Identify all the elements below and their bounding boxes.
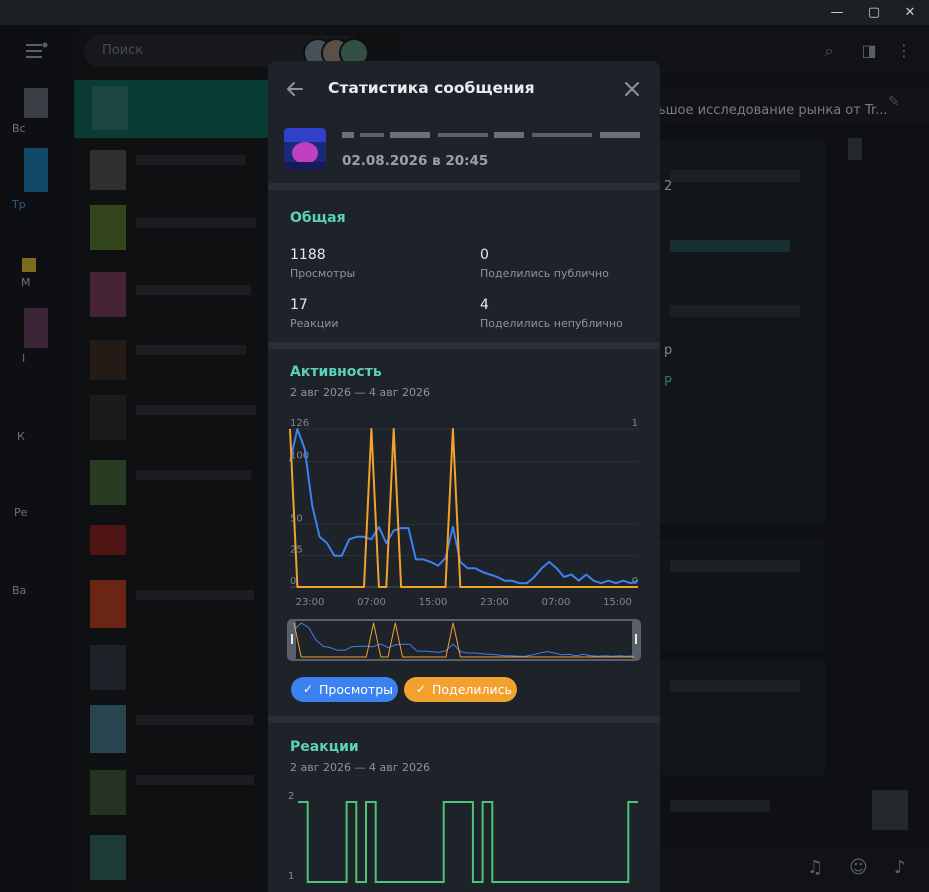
private-shares-label: Поделились непублично	[480, 317, 623, 330]
x-tick-label: 15:00	[603, 597, 632, 608]
y2-tick-label: 1	[632, 418, 638, 429]
reactions-chart[interactable]: 12	[268, 786, 660, 892]
message-date: 02.08.2026 в 20:45	[342, 153, 489, 169]
check-icon: ✓	[303, 682, 314, 696]
activity-chart[interactable]: 025501001260123:00 07:00 15:00 23:00 07:00 15…	[268, 411, 660, 611]
private-shares-count: 4	[480, 297, 489, 313]
x-tick-label: 07:00	[542, 597, 571, 608]
x-tick-label: 23:00	[296, 597, 325, 608]
x-tick-label: 07:00	[357, 597, 386, 608]
reactions-series-line	[298, 801, 638, 883]
close-icon: ✕	[904, 5, 916, 20]
close-icon[interactable]	[622, 79, 642, 99]
message-statistics-dialog: Статистика сообщения 02.08.2026 в 20:45	[268, 61, 660, 892]
section-divider	[268, 342, 660, 349]
y-tick-label: 1	[288, 871, 294, 882]
views-count: 1188	[290, 247, 326, 263]
telegram-window: — ▢ ✕ Поиск ⌕ ◨ ⋮ ьшое исследование рынк…	[0, 0, 929, 892]
shares-toggle-chip[interactable]: ✓ Поделились	[404, 677, 517, 702]
maximize-button[interactable]: ▢	[860, 2, 888, 23]
section-divider	[268, 183, 660, 190]
views-label: Просмотры	[290, 267, 356, 280]
series-line-shares	[289, 428, 638, 588]
public-shares-count: 0	[480, 247, 489, 263]
reactions-label: Реакции	[290, 317, 339, 330]
shares-chip-label: Поделились	[432, 682, 512, 697]
range-grip-right	[635, 634, 637, 644]
y-tick-label: 0	[290, 576, 296, 587]
reactions-count: 17	[290, 297, 308, 313]
blurred-message-text	[342, 132, 640, 138]
overview-title: Общая	[290, 210, 346, 226]
y-tick-label: 126	[290, 418, 309, 429]
y-tick-label: 50	[290, 513, 303, 524]
x-tick-label: 15:00	[419, 597, 448, 608]
dialog-header: Статистика сообщения	[268, 61, 660, 117]
back-arrow-icon[interactable]	[284, 78, 306, 100]
section-divider	[268, 716, 660, 723]
message-thumbnail	[284, 128, 326, 170]
y-tick-label: 2	[288, 791, 294, 802]
activity-title: Активность	[290, 364, 382, 380]
title-bar: — ▢ ✕	[0, 0, 929, 25]
range-window	[287, 619, 641, 661]
views-chip-label: Просмотры	[319, 682, 394, 697]
x-tick-label: 23:00	[480, 597, 509, 608]
public-shares-label: Поделились публично	[480, 267, 609, 280]
check-icon: ✓	[416, 682, 427, 696]
reactions-date-range: 2 авг 2026 — 4 авг 2026	[290, 761, 430, 774]
mini-series-line	[293, 622, 635, 657]
activity-date-range: 2 авг 2026 — 4 авг 2026	[290, 386, 430, 399]
maximize-icon: ▢	[867, 5, 881, 20]
views-toggle-chip[interactable]: ✓ Просмотры	[291, 677, 398, 702]
range-grip-left	[291, 634, 293, 644]
dialog-title: Статистика сообщения	[328, 79, 535, 97]
reactions-title: Реакции	[290, 739, 359, 755]
series-line-views	[289, 428, 639, 585]
activity-range-selector[interactable]	[268, 619, 660, 661]
minimize-button[interactable]: —	[823, 2, 851, 23]
close-window-button[interactable]: ✕	[896, 2, 924, 23]
minimize-icon: —	[830, 5, 844, 20]
message-preview[interactable]	[268, 117, 660, 181]
